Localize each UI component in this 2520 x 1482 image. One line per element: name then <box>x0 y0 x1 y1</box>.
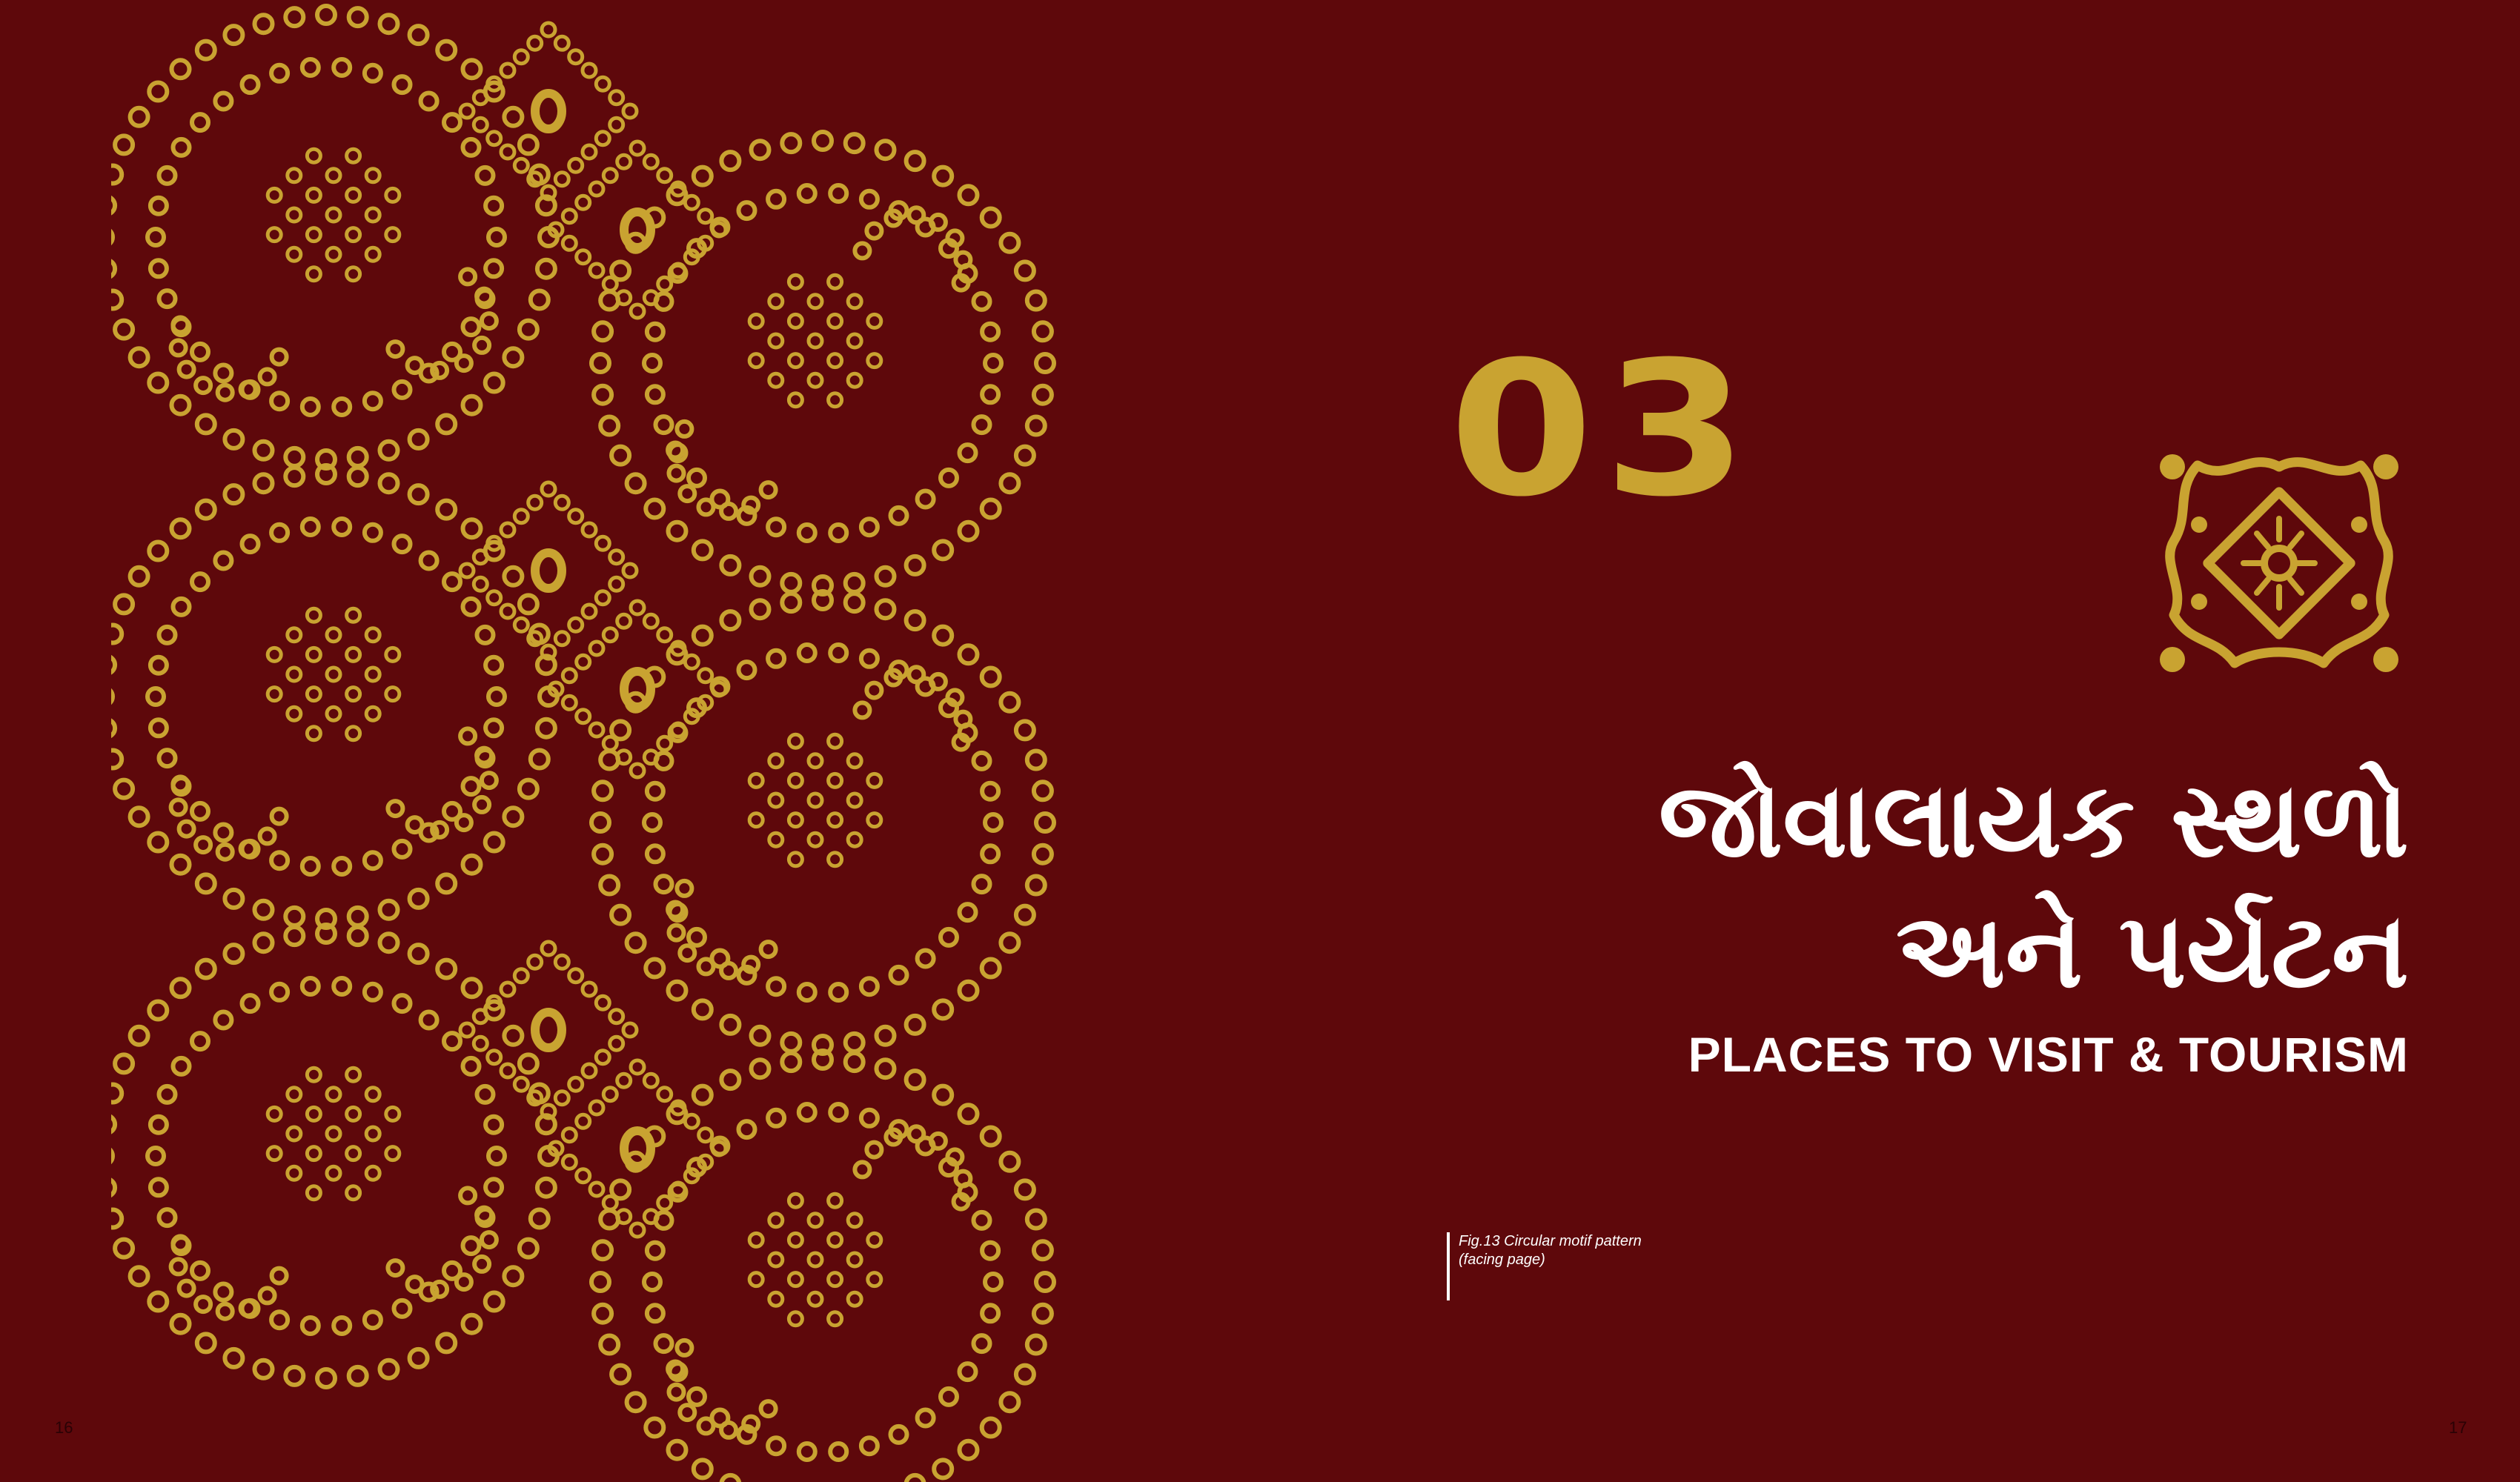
book-spread: 16 03 જોવાલાયક સ્થળો અને પર્યટન PLACES T… <box>0 0 2520 1482</box>
title-gujarati-line-1: જોવાલાયક સ્થળો <box>1658 760 2409 881</box>
ornament-motif-icon <box>2146 437 2413 689</box>
caption-line-2: (facing page) <box>1459 1252 1545 1268</box>
page-number-left: 16 <box>55 1418 73 1437</box>
bandhani-pattern-icon <box>111 0 1060 1482</box>
chapter-number: 03 <box>1449 322 1758 537</box>
figure-caption: Fig.13 Circular motif pattern (facing pa… <box>1447 1232 1770 1300</box>
chapter-title-english: PLACES TO VISIT & TOURISM <box>1688 1027 2409 1082</box>
caption-line-1: Fig.13 Circular motif pattern <box>1459 1233 1642 1249</box>
page-number-right: 17 <box>2449 1418 2467 1437</box>
title-gujarati-line-2: અને પર્યટન <box>1895 891 2409 1011</box>
chapter-title-gujarati: જોવાલાયક સ્થળો અને પર્યટન <box>1297 756 2409 1017</box>
